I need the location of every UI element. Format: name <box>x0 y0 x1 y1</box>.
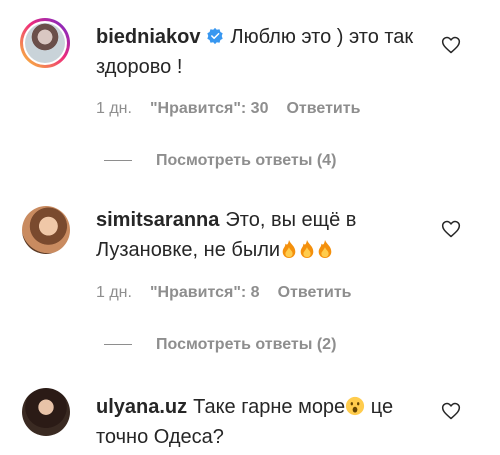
likes-count[interactable]: "Нравится": 30 <box>150 100 269 117</box>
avatar-biedniakov[interactable] <box>20 18 70 68</box>
divider-line <box>104 160 132 162</box>
view-replies-label: Посмотреть ответы (2) <box>156 336 337 353</box>
fire-emoji-group <box>280 239 334 261</box>
view-replies-label: Посмотреть ответы (4) <box>156 152 337 169</box>
username-ulyana-uz[interactable]: ulyana.uz <box>96 396 187 418</box>
fire-emoji <box>300 240 314 258</box>
heart-icon[interactable] <box>441 401 461 421</box>
avatar-simitsaranna[interactable] <box>22 206 70 254</box>
comment-text-2: simitsaranna Это, вы ещё в Лузановке, не … <box>96 205 426 265</box>
heart-icon[interactable] <box>441 219 461 239</box>
comment-time: 1 дн. <box>96 284 132 301</box>
divider-line <box>104 344 132 346</box>
fire-emoji <box>318 240 332 258</box>
comment-meta-2: 1 дн. "Нравится": 8 Ответить <box>96 284 370 302</box>
heart-icon[interactable] <box>441 35 461 55</box>
comment-meta-1: 1 дн. "Нравится": 30 Ответить <box>96 100 378 118</box>
verified-badge-icon <box>207 27 224 45</box>
surprised-face-emoji <box>346 396 365 416</box>
comment-text-3: ulyana.uz Таке гарне море це точно Одеса? <box>96 392 426 452</box>
comment-body-3-start: Таке гарне море <box>193 396 346 418</box>
comment-time: 1 дн. <box>96 100 132 117</box>
view-replies-button[interactable]: Посмотреть ответы (2) <box>104 336 336 354</box>
fire-emoji <box>282 240 296 258</box>
avatar-ulyana-uz[interactable] <box>22 388 70 436</box>
view-replies-button[interactable]: Посмотреть ответы (4) <box>104 152 336 170</box>
comment-text-1: biedniakov Люблю это ) это так здорово ! <box>96 22 426 82</box>
reply-button[interactable]: Ответить <box>286 100 360 117</box>
reply-button[interactable]: Ответить <box>278 284 352 301</box>
username-biedniakov[interactable]: biedniakov <box>96 26 200 48</box>
username-simitsaranna[interactable]: simitsaranna <box>96 209 219 231</box>
likes-count[interactable]: "Нравится": 8 <box>150 284 260 301</box>
